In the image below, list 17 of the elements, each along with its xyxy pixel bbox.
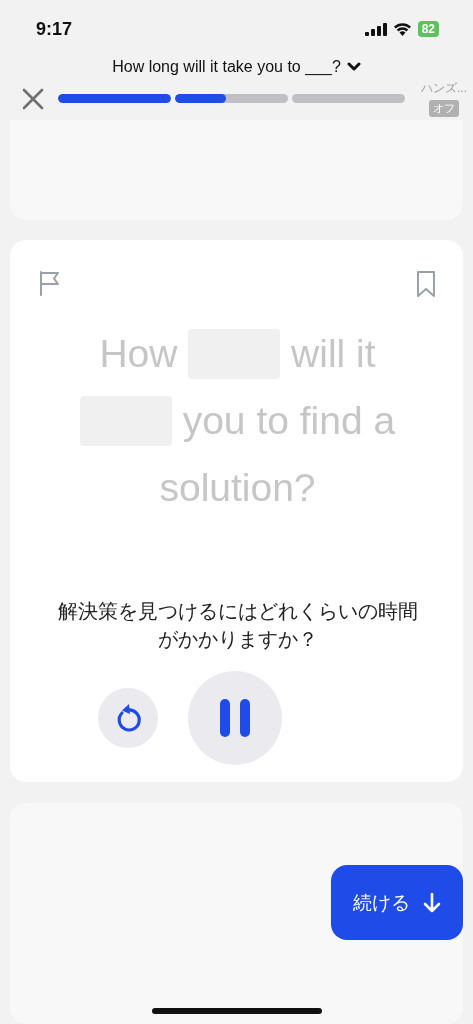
hands-free-label: ハンズ... <box>421 80 467 97</box>
battery-indicator: 82 <box>417 21 439 37</box>
translation-text: 解決策を見つけるにはどれくらいの時間がかかりますか？ <box>56 599 419 652</box>
pause-icon <box>219 698 251 738</box>
sentence-text: you to find a solution? <box>159 399 396 509</box>
arrow-down-icon <box>421 891 442 914</box>
status-time: 9:17 <box>36 18 73 40</box>
bookmark-icon[interactable] <box>415 270 437 298</box>
chevron-down-icon <box>346 62 361 72</box>
continue-button[interactable]: 続ける <box>331 865 463 940</box>
flag-icon[interactable] <box>38 270 62 296</box>
wifi-icon <box>392 22 412 36</box>
close-icon[interactable] <box>22 87 44 110</box>
sentence-text: How <box>99 332 178 375</box>
question-title-dropdown[interactable]: How long will it take you to ___? <box>112 58 361 76</box>
signal-icon <box>364 22 387 36</box>
sentence-text: will it <box>291 332 376 375</box>
